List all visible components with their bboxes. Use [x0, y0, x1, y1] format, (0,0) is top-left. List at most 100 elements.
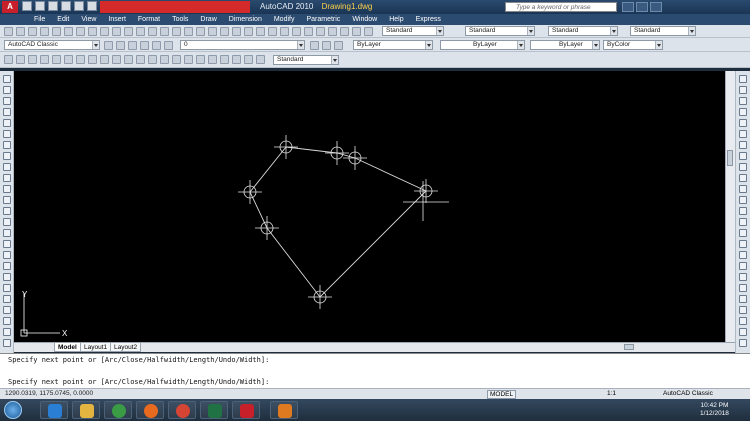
standard-tool-icon[interactable]: [232, 27, 241, 36]
menu-modify[interactable]: Modify: [268, 15, 301, 24]
taskbar-app-chrome-2[interactable]: [168, 401, 196, 419]
draw-tool-icon[interactable]: [3, 163, 11, 171]
draw-tool-icon[interactable]: [3, 185, 11, 193]
taskbar-app-explorer[interactable]: [72, 401, 100, 419]
tab-layout1[interactable]: Layout1: [80, 343, 112, 352]
modify-tool-icon[interactable]: [739, 251, 747, 259]
dimension-tool-icon[interactable]: [4, 55, 13, 64]
modify-tool-icon[interactable]: [739, 295, 747, 303]
dimension-tool-icon[interactable]: [256, 55, 265, 64]
workspace-switch[interactable]: AutoCAD Classic: [663, 390, 713, 397]
menu-view[interactable]: View: [75, 15, 102, 24]
standard-tool-icon[interactable]: [184, 27, 193, 36]
draw-tool-icon[interactable]: [3, 339, 11, 347]
menu-parametric[interactable]: Parametric: [300, 15, 346, 24]
layer-tool-icon[interactable]: [322, 41, 331, 50]
standard-tool-icon[interactable]: [244, 27, 253, 36]
modify-tool-icon[interactable]: [739, 306, 747, 314]
menu-edit[interactable]: Edit: [51, 15, 75, 24]
standard-tool-icon[interactable]: [160, 27, 169, 36]
modify-tool-icon[interactable]: [739, 163, 747, 171]
draw-tool-icon[interactable]: [3, 174, 11, 182]
autocad-logo-icon[interactable]: A: [2, 1, 18, 13]
layer-combo[interactable]: 0: [180, 40, 305, 50]
draw-tool-icon[interactable]: [3, 251, 11, 259]
standard-tool-icon[interactable]: [28, 27, 37, 36]
color-control-combo[interactable]: ByLayer: [353, 40, 433, 50]
layer-tool-icon[interactable]: [116, 41, 125, 50]
taskbar-app-excel[interactable]: [200, 401, 228, 419]
draw-tool-icon[interactable]: [3, 108, 11, 116]
draw-tool-icon[interactable]: [3, 196, 11, 204]
lineweight-control-combo[interactable]: ByLayer: [530, 40, 600, 50]
modify-tool-icon[interactable]: [739, 75, 747, 83]
layer-tool-icon[interactable]: [140, 41, 149, 50]
standard-tool-icon[interactable]: [340, 27, 349, 36]
draw-tool-icon[interactable]: [3, 317, 11, 325]
command-window[interactable]: Specify next point or [Arc/Close/Halfwid…: [0, 353, 750, 388]
plotstyle-control-combo[interactable]: ByColor: [603, 40, 663, 50]
polyline[interactable]: [249, 146, 427, 298]
dimension-tool-icon[interactable]: [184, 55, 193, 64]
dimension-tool-icon[interactable]: [16, 55, 25, 64]
layer-tool-icon[interactable]: [334, 41, 343, 50]
standard-tool-icon[interactable]: [364, 27, 373, 36]
dimension-tool-icon[interactable]: [112, 55, 121, 64]
modify-tool-icon[interactable]: [739, 196, 747, 204]
standard-tool-icon[interactable]: [172, 27, 181, 36]
standard-tool-icon[interactable]: [316, 27, 325, 36]
dimension-tool-icon[interactable]: [64, 55, 73, 64]
table-style-combo[interactable]: Standard: [548, 26, 618, 36]
save-icon[interactable]: [48, 1, 58, 11]
draw-tool-icon[interactable]: [3, 273, 11, 281]
modify-tool-icon[interactable]: [739, 207, 747, 215]
taskbar-app-firefox[interactable]: [136, 401, 164, 419]
draw-tool-icon[interactable]: [3, 97, 11, 105]
dimension-tool-icon[interactable]: [136, 55, 145, 64]
taskbar-app-other[interactable]: [270, 401, 298, 419]
standard-tool-icon[interactable]: [256, 27, 265, 36]
modify-tool-icon[interactable]: [739, 273, 747, 281]
minimize-button[interactable]: [622, 2, 634, 12]
layer-tool-icon[interactable]: [152, 41, 161, 50]
standard-tool-icon[interactable]: [292, 27, 301, 36]
workspace-combo[interactable]: AutoCAD Classic: [4, 40, 100, 50]
modify-tool-icon[interactable]: [739, 262, 747, 270]
draw-tool-icon[interactable]: [3, 130, 11, 138]
mleader-style-combo[interactable]: Standard: [630, 26, 696, 36]
command-prompt-line[interactable]: Specify next point or [Arc/Close/Halfwid…: [8, 378, 269, 386]
taskbar-app-chrome[interactable]: [104, 401, 132, 419]
menu-dimension[interactable]: Dimension: [223, 15, 268, 24]
vertex-grip[interactable]: [255, 216, 279, 240]
standard-tool-icon[interactable]: [268, 27, 277, 36]
text-style-combo[interactable]: Standard: [382, 26, 444, 36]
modify-tool-icon[interactable]: [739, 229, 747, 237]
taskbar-app-autocad[interactable]: [232, 401, 260, 419]
standard-tool-icon[interactable]: [136, 27, 145, 36]
dimension-tool-icon[interactable]: [88, 55, 97, 64]
standard-tool-icon[interactable]: [100, 27, 109, 36]
standard-tool-icon[interactable]: [196, 27, 205, 36]
draw-tool-icon[interactable]: [3, 86, 11, 94]
modify-tool-icon[interactable]: [739, 317, 747, 325]
draw-tool-icon[interactable]: [3, 218, 11, 226]
menu-help[interactable]: Help: [383, 15, 409, 24]
redo-icon[interactable]: [74, 1, 84, 11]
drawing-area[interactable]: Y X: [14, 71, 735, 342]
undo-icon[interactable]: [61, 1, 71, 11]
standard-tool-icon[interactable]: [352, 27, 361, 36]
standard-tool-icon[interactable]: [64, 27, 73, 36]
menu-draw[interactable]: Draw: [194, 15, 222, 24]
draw-tool-icon[interactable]: [3, 295, 11, 303]
dimension-tool-icon[interactable]: [52, 55, 61, 64]
linetype-control-combo[interactable]: ByLayer: [440, 40, 525, 50]
layer-tool-icon[interactable]: [104, 41, 113, 50]
modify-tool-icon[interactable]: [739, 174, 747, 182]
dimension-tool-icon[interactable]: [40, 55, 49, 64]
modify-tool-icon[interactable]: [739, 328, 747, 336]
modify-tool-icon[interactable]: [739, 130, 747, 138]
dimension-tool-icon[interactable]: [76, 55, 85, 64]
taskbar-app-ie[interactable]: [40, 401, 68, 419]
modify-tool-icon[interactable]: [739, 141, 747, 149]
layer-tool-icon[interactable]: [128, 41, 137, 50]
